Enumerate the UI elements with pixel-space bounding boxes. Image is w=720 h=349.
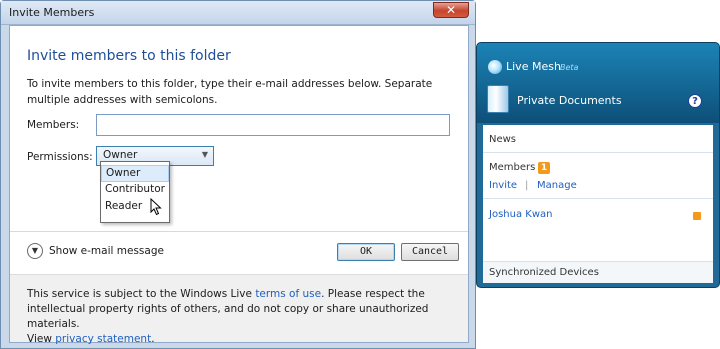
members-input[interactable] bbox=[96, 114, 450, 136]
mouse-pointer-icon bbox=[150, 198, 162, 216]
dialog-content: Invite members to this folder To invite … bbox=[9, 25, 469, 345]
synchronized-devices-label: Synchronized Devices bbox=[489, 267, 599, 278]
cancel-button[interactable]: Cancel bbox=[401, 243, 459, 261]
dialog-heading: Invite members to this folder bbox=[27, 48, 231, 64]
live-mesh-panel: Live Mesh Beta Private Documents ? News … bbox=[476, 42, 720, 288]
member-status-icon bbox=[693, 212, 701, 220]
dialog-footer: This service is subject to the Windows L… bbox=[10, 274, 468, 345]
live-mesh-logo-icon bbox=[488, 60, 502, 74]
mesh-brand: Live Mesh bbox=[506, 60, 561, 73]
invite-link[interactable]: Invite bbox=[489, 180, 517, 191]
mesh-header: Live Mesh Beta Private Documents ? bbox=[477, 43, 719, 123]
footer-view-prefix: View bbox=[27, 333, 56, 345]
folder-icon bbox=[487, 85, 509, 113]
members-count-badge: 1 bbox=[538, 162, 550, 174]
dialog-description: To invite members to this folder, type t… bbox=[27, 78, 433, 106]
news-section[interactable]: News bbox=[483, 125, 713, 153]
manage-link[interactable]: Manage bbox=[537, 180, 577, 191]
synchronized-devices-section[interactable]: Synchronized Devices bbox=[483, 261, 713, 283]
show-email-message-toggle[interactable]: Show e-mail message bbox=[49, 245, 164, 257]
mesh-body: News Members 1 Invite | Manage Joshua Kw… bbox=[483, 125, 713, 283]
chevron-down-icon: ▼ bbox=[201, 150, 208, 159]
expand-chevron-icon[interactable]: ▼ bbox=[27, 243, 43, 259]
privacy-statement-link[interactable]: privacy statement bbox=[55, 333, 151, 345]
link-divider: | bbox=[525, 180, 529, 191]
footer-view-suffix: . bbox=[151, 333, 155, 345]
invite-members-dialog: Invite Members ✕ Invite members to this … bbox=[0, 0, 476, 349]
terms-of-use-link[interactable]: terms of use bbox=[255, 288, 321, 300]
permission-option-contributor[interactable]: Contributor bbox=[101, 182, 169, 199]
news-label: News bbox=[489, 134, 517, 145]
permissions-selected-value: Owner bbox=[103, 149, 138, 161]
close-icon: ✕ bbox=[445, 3, 457, 17]
member-item-joshua-kwan[interactable]: Joshua Kwan bbox=[489, 209, 552, 220]
mesh-folder-name: Private Documents bbox=[517, 94, 622, 107]
help-icon[interactable]: ? bbox=[688, 94, 702, 108]
members-section bbox=[483, 153, 713, 199]
permissions-label: Permissions: bbox=[27, 151, 93, 163]
members-label: Members: bbox=[27, 119, 80, 131]
footer-text-prefix: This service is subject to the Windows L… bbox=[27, 288, 256, 300]
dialog-titlebar[interactable]: Invite Members ✕ bbox=[1, 1, 475, 25]
dialog-title: Invite Members bbox=[9, 6, 95, 19]
mesh-beta-label: Beta bbox=[560, 63, 579, 72]
divider bbox=[10, 231, 468, 232]
ok-button[interactable]: OK bbox=[337, 243, 395, 261]
permission-option-owner[interactable]: Owner bbox=[101, 165, 169, 182]
close-button[interactable]: ✕ bbox=[433, 2, 469, 18]
footer-notice: This service is subject to the Windows L… bbox=[27, 287, 457, 347]
members-label: Members bbox=[489, 162, 536, 173]
